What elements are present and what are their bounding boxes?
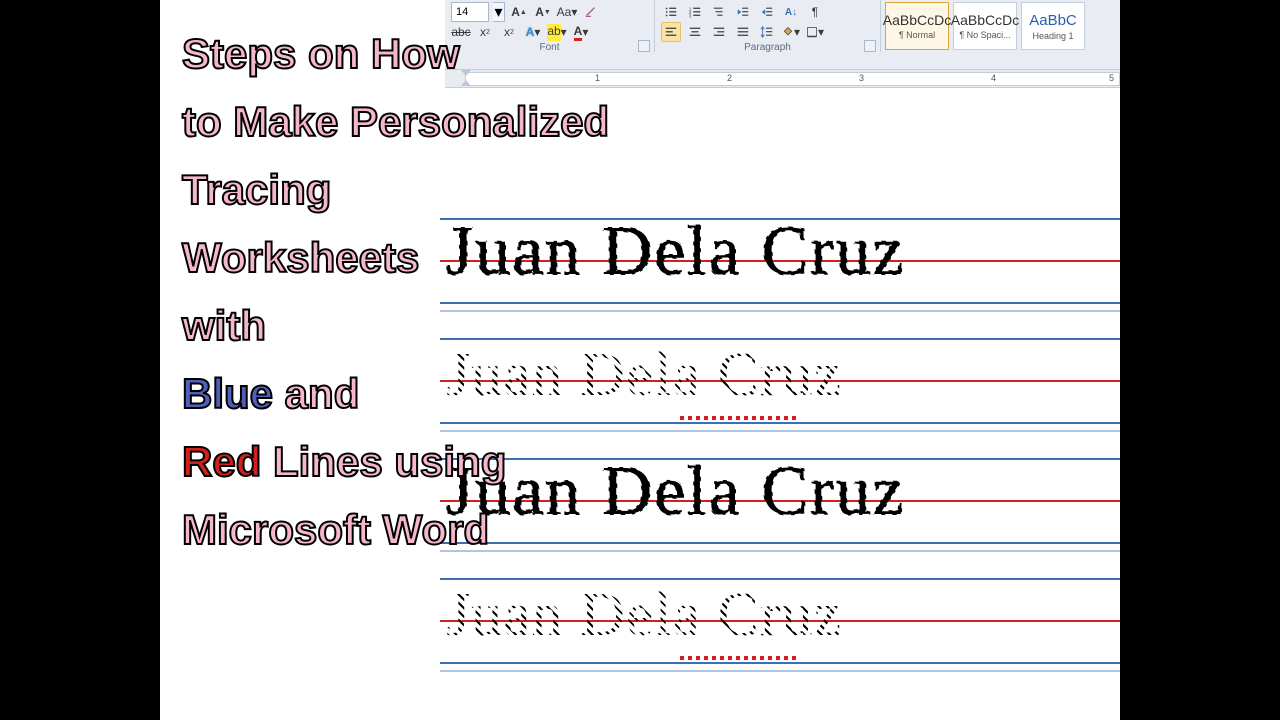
app-frame: 14 ▾ A▲ A▼ Aa▾ abc x2 x2 A▾ ab▾ A▾ Font [160, 0, 1120, 720]
style-normal[interactable]: AaBbCcDc ¶ Normal [885, 2, 949, 50]
show-marks-button[interactable]: ¶ [805, 2, 825, 22]
spellcheck-squiggle [680, 656, 800, 660]
grow-font-button[interactable]: A▲ [509, 2, 529, 22]
font-size-dropdown[interactable]: ▾ [493, 2, 505, 22]
numbering-button[interactable]: 123 [685, 2, 705, 22]
title-line: Steps on How [182, 20, 742, 88]
title-line: Worksheets [182, 224, 742, 292]
title-line: with [182, 292, 742, 360]
title-line: Microsoft Word [182, 496, 742, 564]
bullets-button[interactable] [661, 2, 681, 22]
svg-text:3: 3 [689, 13, 692, 18]
font-size-input[interactable]: 14 [451, 2, 489, 22]
change-case-button[interactable]: Aa▾ [557, 2, 577, 22]
shading-button[interactable]: ▾ [781, 22, 801, 42]
tracing-line-4: Juan Dela Cruz [440, 578, 1120, 670]
title-line: to Make Personalized [182, 88, 742, 156]
title-line: Red Lines using [182, 428, 742, 496]
decrease-indent-button[interactable] [733, 2, 753, 22]
shrink-font-button[interactable]: A▼ [533, 2, 553, 22]
styles-group: AaBbCcDc ¶ Normal AaBbCcDc ¶ No Spaci...… [881, 0, 1120, 52]
title-line: Blue and [182, 360, 742, 428]
multilevel-list-button[interactable] [709, 2, 729, 22]
increase-indent-button[interactable] [757, 2, 777, 22]
paragraph-dialog-launcher[interactable] [864, 40, 876, 52]
sort-button[interactable]: A↓ [781, 2, 801, 22]
borders-button[interactable]: ▾ [805, 22, 825, 42]
style-no-spacing[interactable]: AaBbCcDc ¶ No Spaci... [953, 2, 1017, 50]
title-line: Tracing [182, 156, 742, 224]
line-spacing-button[interactable] [757, 22, 777, 42]
clear-formatting-button[interactable] [581, 2, 601, 22]
tracing-text-cursive: Juan Dela Cruz [446, 580, 842, 651]
style-heading-1[interactable]: AaBbC Heading 1 [1021, 2, 1085, 50]
video-title-overlay: Steps on How to Make Personalized Tracin… [182, 20, 742, 564]
